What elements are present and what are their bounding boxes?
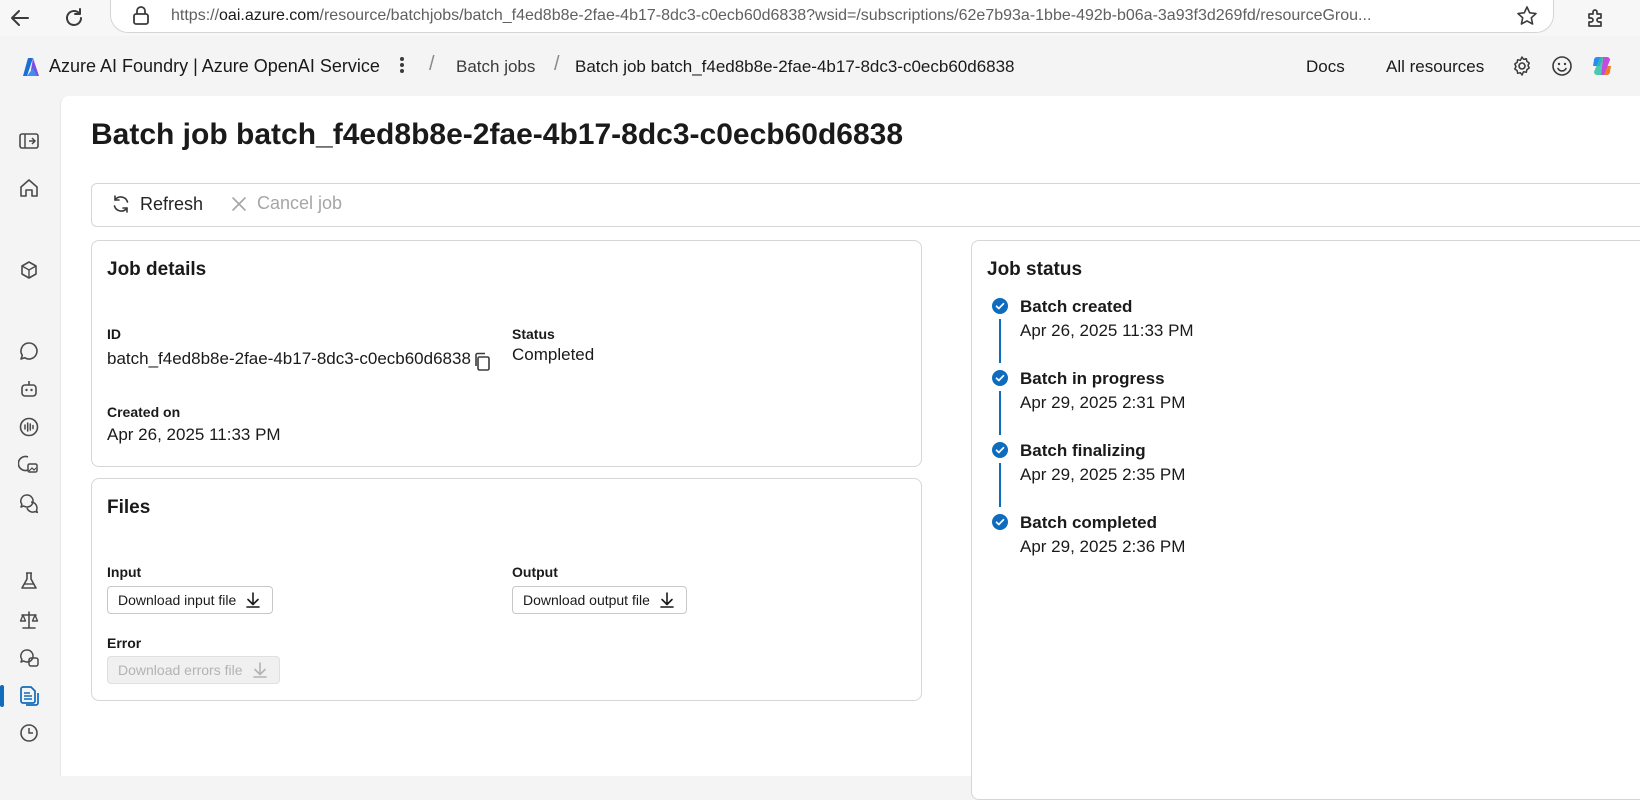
url-host: oai.azure.com	[219, 7, 320, 24]
step-time: Apr 29, 2025 2:36 PM	[1020, 537, 1186, 556]
refresh-button[interactable]: Refresh	[110, 193, 203, 215]
input-label: Input	[107, 564, 142, 580]
download-output-button[interactable]: Download output file	[512, 586, 687, 614]
files-title: Files	[107, 497, 151, 518]
timeline-step: Batch created Apr 26, 2025 11:33 PM	[986, 297, 1386, 369]
close-icon	[232, 196, 246, 211]
brand-title: Azure AI Foundry | Azure OpenAI Service	[49, 56, 380, 76]
url-path: /resource/batchjobs/batch_f4ed8b8e-2fae-…	[319, 7, 1372, 24]
left-nav-rail	[0, 94, 58, 763]
completions-icon[interactable]	[13, 487, 45, 519]
download-icon	[252, 662, 267, 678]
id-label: ID	[107, 326, 121, 342]
url-text[interactable]: https://oai.azure.com/resource/batchjobs…	[171, 7, 1491, 25]
download-input-button[interactable]: Download input file	[107, 586, 274, 614]
step-title: Batch finalizing	[1020, 441, 1146, 460]
browser-toolbar: https://oai.azure.com/resource/batchjobs…	[0, 0, 1640, 36]
reload-icon[interactable]	[60, 4, 88, 32]
realtime-audio-icon[interactable]	[13, 411, 45, 443]
step-time: Apr 26, 2025 11:33 PM	[1020, 321, 1194, 340]
check-circle-icon	[992, 514, 1008, 530]
step-time: Apr 29, 2025 2:35 PM	[1020, 465, 1186, 484]
app-header: Azure AI Foundry | Azure OpenAI Service …	[0, 36, 1640, 94]
expand-panel-icon[interactable]	[13, 125, 45, 157]
feedback-smiley-icon[interactable]	[1549, 53, 1575, 79]
check-circle-icon	[992, 298, 1008, 314]
error-label: Error	[107, 635, 142, 651]
status-label: Status	[512, 326, 555, 342]
back-arrow-icon[interactable]	[6, 4, 34, 32]
created-on-value: Apr 26, 2025 11:33 PM	[107, 425, 281, 444]
check-circle-icon	[992, 442, 1008, 458]
all-resources-link[interactable]: All resources	[1386, 57, 1484, 77]
refresh-label: Refresh	[140, 193, 204, 214]
timeline-step: Batch completed Apr 29, 2025 2:36 PM	[986, 513, 1386, 585]
copy-icon[interactable]	[471, 350, 493, 374]
copilot-icon[interactable]	[1589, 53, 1615, 79]
images-icon[interactable]	[13, 449, 45, 481]
status-value: Completed	[512, 345, 595, 364]
brand[interactable]: Azure AI Foundry | Azure OpenAI Service	[22, 56, 380, 77]
download-errors-button[interactable]: Download errors file	[107, 656, 280, 684]
timeline-connector	[999, 391, 1001, 435]
files-card: Files Input Download input file Output D…	[91, 478, 922, 701]
experiments-flask-icon[interactable]	[13, 565, 45, 597]
page-title: Batch job batch_f4ed8b8e-2fae-4b17-8dc3-…	[91, 118, 904, 151]
breadcrumb-separator: /	[554, 53, 560, 75]
lock-icon[interactable]	[127, 2, 155, 30]
model-catalog-icon[interactable]	[13, 254, 45, 286]
job-status-title: Job status	[987, 259, 1083, 280]
download-errors-label: Download errors file	[118, 662, 243, 678]
chat-icon[interactable]	[13, 335, 45, 367]
batch-jobs-icon[interactable]	[13, 680, 45, 712]
assistants-bot-icon[interactable]	[13, 373, 45, 405]
extensions-puzzle-icon[interactable]	[1582, 4, 1610, 32]
download-icon	[246, 592, 261, 608]
breadcrumb-current: Batch job batch_f4ed8b8e-2fae-4b17-8dc3-…	[575, 57, 1015, 76]
download-icon	[660, 592, 674, 608]
stored-completions-icon[interactable]	[13, 642, 45, 674]
address-bar[interactable]: https://oai.azure.com/resource/batchjobs…	[110, 0, 1554, 33]
step-title: Batch completed	[1020, 513, 1157, 532]
main-content: Batch job batch_f4ed8b8e-2fae-4b17-8dc3-…	[60, 96, 1640, 800]
url-prefix: https://	[171, 7, 220, 24]
favorite-star-icon[interactable]	[1513, 2, 1541, 30]
breadcrumb-separator: /	[429, 53, 435, 75]
refresh-icon	[113, 195, 129, 213]
timeline-connector	[999, 319, 1001, 363]
timeline-step: Batch in progress Apr 29, 2025 2:31 PM	[986, 369, 1386, 441]
download-input-label: Download input file	[118, 592, 237, 608]
job-status-card: Job status Batch created Apr 26, 2025 11…	[971, 240, 1640, 800]
created-on-label: Created on	[107, 404, 181, 420]
docs-link[interactable]: Docs	[1306, 57, 1345, 77]
job-details-card: Job details ID batch_f4ed8b8e-2fae-4b17-…	[91, 240, 922, 467]
more-rail-icon[interactable]	[13, 717, 45, 749]
breadcrumb-batch-jobs[interactable]: Batch jobs	[456, 57, 535, 77]
command-bar: Refresh Cancel job	[91, 183, 1640, 227]
step-title: Batch in progress	[1020, 369, 1165, 388]
check-circle-icon	[992, 370, 1008, 386]
gear-icon[interactable]	[1509, 53, 1535, 79]
timeline-connector	[999, 463, 1001, 507]
job-details-title: Job details	[107, 259, 207, 280]
step-time: Apr 29, 2025 2:31 PM	[1020, 393, 1186, 412]
home-icon[interactable]	[13, 172, 45, 204]
cancel-job-button[interactable]: Cancel job	[229, 193, 342, 214]
output-label: Output	[512, 564, 558, 580]
rail-active-indicator	[0, 685, 4, 707]
id-value: batch_f4ed8b8e-2fae-4b17-8dc3-c0ecb60d68…	[107, 349, 471, 368]
timeline-step: Batch finalizing Apr 29, 2025 2:35 PM	[986, 441, 1386, 513]
step-title: Batch created	[1020, 297, 1133, 316]
cancel-job-label: Cancel job	[257, 193, 343, 213]
more-vertical-icon[interactable]	[392, 52, 412, 78]
azure-logo-icon	[23, 57, 39, 76]
safety-scale-icon[interactable]	[13, 604, 45, 636]
download-output-label: Download output file	[523, 592, 650, 608]
